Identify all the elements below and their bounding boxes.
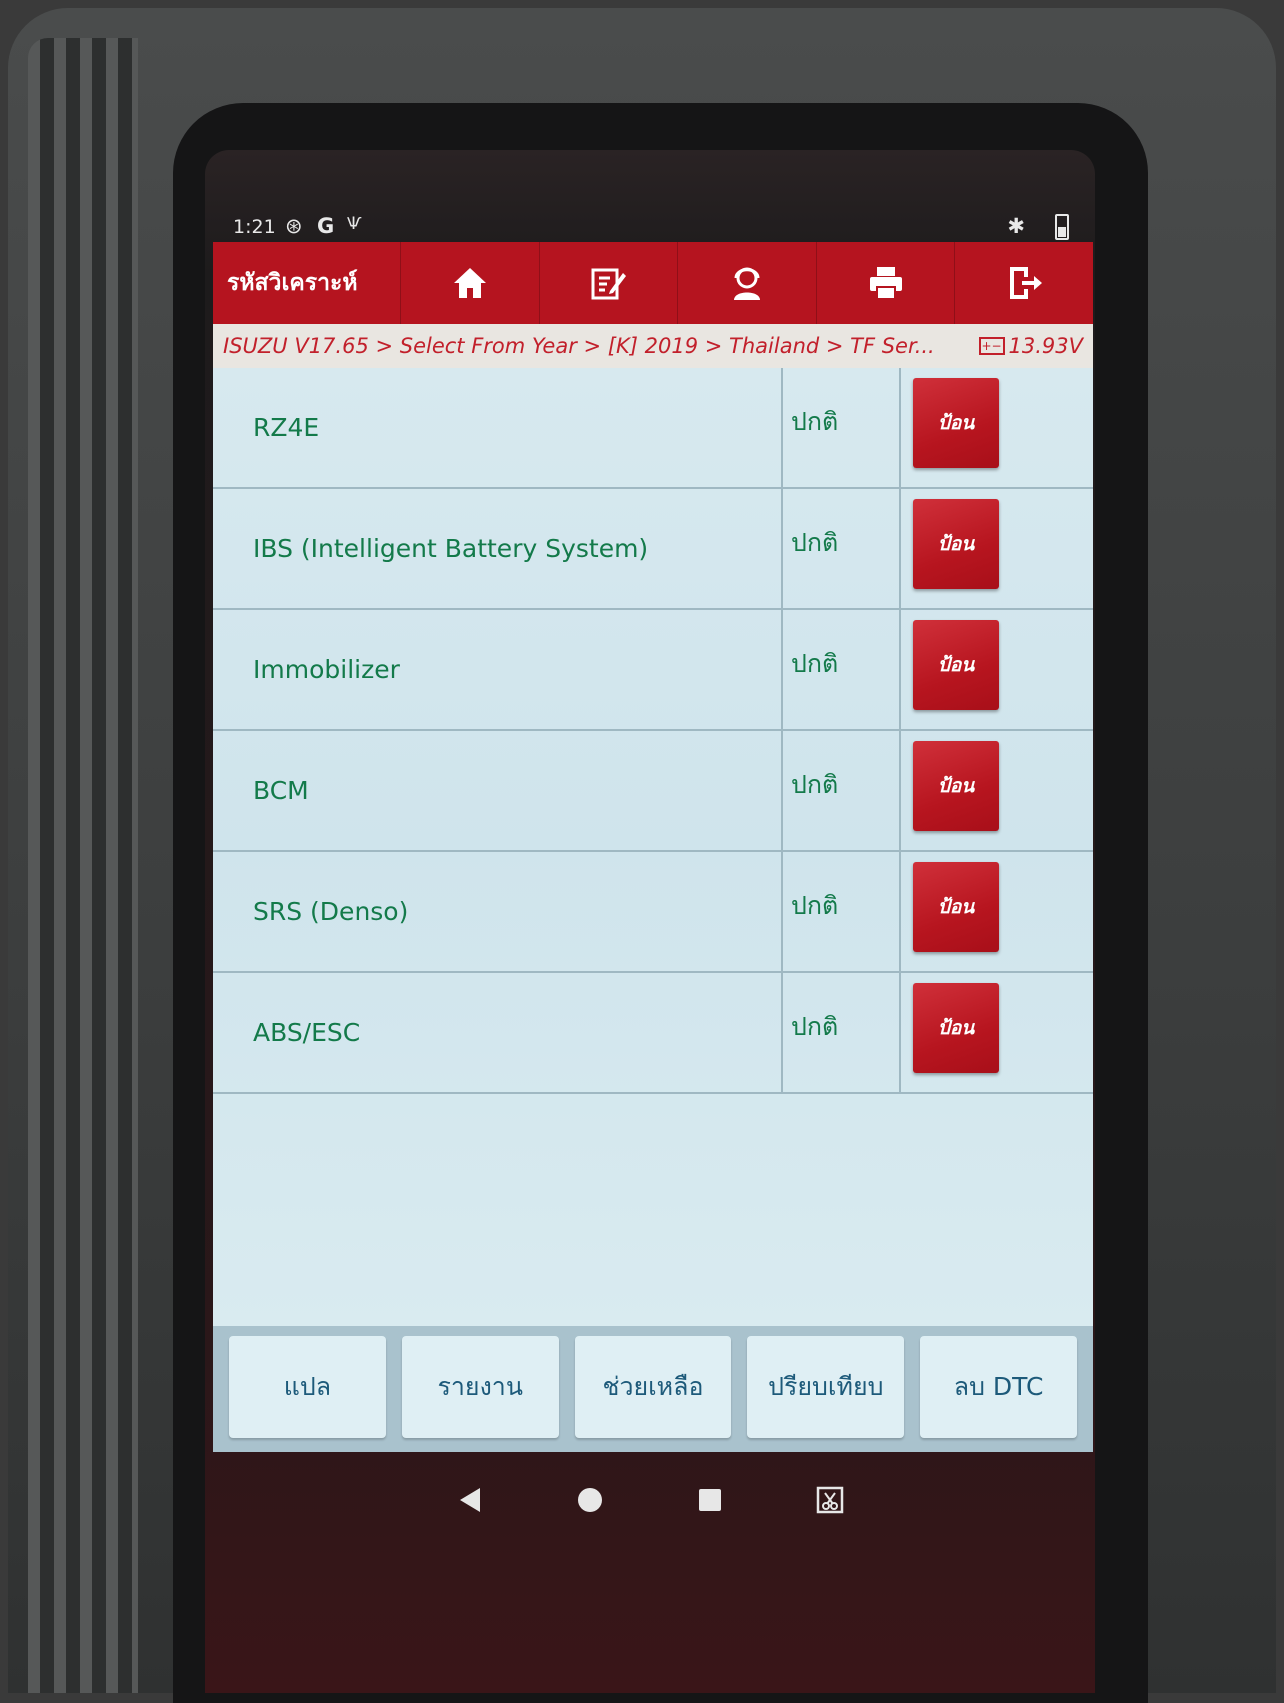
breadcrumb-path: ISUZU V17.65 > Select From Year > [K] 20… [223, 334, 935, 358]
translate-button[interactable]: แปล [229, 1336, 386, 1438]
screenshot-icon [816, 1486, 844, 1514]
compare-button[interactable]: ปรียบเทียบ [747, 1336, 905, 1438]
exit-button[interactable] [955, 242, 1093, 324]
system-name: SRS (Denso) [213, 852, 783, 971]
print-icon [869, 267, 902, 300]
system-status: ปกติ [783, 610, 901, 729]
table-row: IBS (Intelligent Battery System) ปกติ ป้… [213, 489, 1093, 610]
battery-icon [1055, 214, 1069, 240]
table-row: RZ4E ปกติ ป้อน [213, 368, 1093, 489]
home-circle-icon [578, 1488, 602, 1512]
app-toolbar: รหัสวิเคราะห์ [213, 242, 1093, 324]
tablet-screen: 1:21 ⊛ G Ѱ ✱ รหัสวิเคราะห์ ISUZU V17.65 … [205, 150, 1095, 1693]
table-row: ABS/ESC ปกติ ป้อน [213, 973, 1093, 1094]
nfc-icon: ⊛ [285, 214, 303, 238]
google-icon: G [317, 214, 335, 238]
usb-icon: Ѱ [347, 214, 362, 234]
help-button[interactable]: ช่วยเหลือ [574, 1336, 732, 1438]
clear-dtc-button[interactable]: ลบ DTC [920, 1336, 1077, 1438]
toolbar-title: รหัสวิเคราะห์ [213, 242, 401, 324]
system-name: BCM [213, 731, 783, 850]
device-grip [28, 38, 138, 1693]
report-button[interactable]: รายงาน [401, 1336, 559, 1438]
system-status: ปกติ [783, 973, 901, 1092]
system-name: RZ4E [213, 368, 783, 487]
enter-button[interactable]: ป้อน [913, 741, 999, 831]
battery-voltage: +− 13.93V [978, 334, 1083, 358]
back-icon [460, 1488, 480, 1512]
print-button[interactable] [817, 242, 956, 324]
screenshot-button[interactable] [810, 1480, 850, 1520]
user-support-icon [733, 267, 760, 300]
enter-button[interactable]: ป้อน [913, 620, 999, 710]
home-icon [453, 268, 486, 298]
voltage-value: 13.93V [1008, 334, 1083, 358]
bottom-action-bar: แปล รายงาน ช่วยเหลือ ปรียบเทียบ ลบ DTC [213, 1326, 1093, 1452]
status-time: 1:21 [233, 216, 276, 238]
bluetooth-icon: ✱ [1007, 214, 1025, 238]
table-row: Immobilizer ปกติ ป้อน [213, 610, 1093, 731]
system-name: IBS (Intelligent Battery System) [213, 489, 783, 608]
recents-button[interactable] [690, 1480, 730, 1520]
enter-button[interactable]: ป้อน [913, 378, 999, 468]
recents-icon [699, 1489, 721, 1511]
table-row: BCM ปกติ ป้อน [213, 731, 1093, 852]
support-button[interactable] [678, 242, 817, 324]
car-battery-icon: +− [978, 337, 1005, 355]
system-status: ปกติ [783, 368, 901, 487]
system-status: ปกติ [783, 731, 901, 850]
table-row: SRS (Denso) ปกติ ป้อน [213, 852, 1093, 973]
edit-report-icon [591, 268, 627, 300]
system-status: ปกติ [783, 852, 901, 971]
edit-report-button[interactable] [540, 242, 679, 324]
back-button[interactable] [450, 1480, 490, 1520]
enter-button[interactable]: ป้อน [913, 862, 999, 952]
breadcrumb: ISUZU V17.65 > Select From Year > [K] 20… [213, 324, 1093, 368]
exit-icon [1010, 267, 1043, 299]
system-name: Immobilizer [213, 610, 783, 729]
enter-button[interactable]: ป้อน [913, 983, 999, 1073]
system-status: ปกติ [783, 489, 901, 608]
android-nav-bar [205, 1465, 1095, 1535]
system-list: RZ4E ปกติ ป้อน IBS (Intelligent Battery … [213, 368, 1093, 1326]
home-button[interactable] [401, 242, 540, 324]
enter-button[interactable]: ป้อน [913, 499, 999, 589]
home-nav-button[interactable] [570, 1480, 610, 1520]
system-name: ABS/ESC [213, 973, 783, 1092]
